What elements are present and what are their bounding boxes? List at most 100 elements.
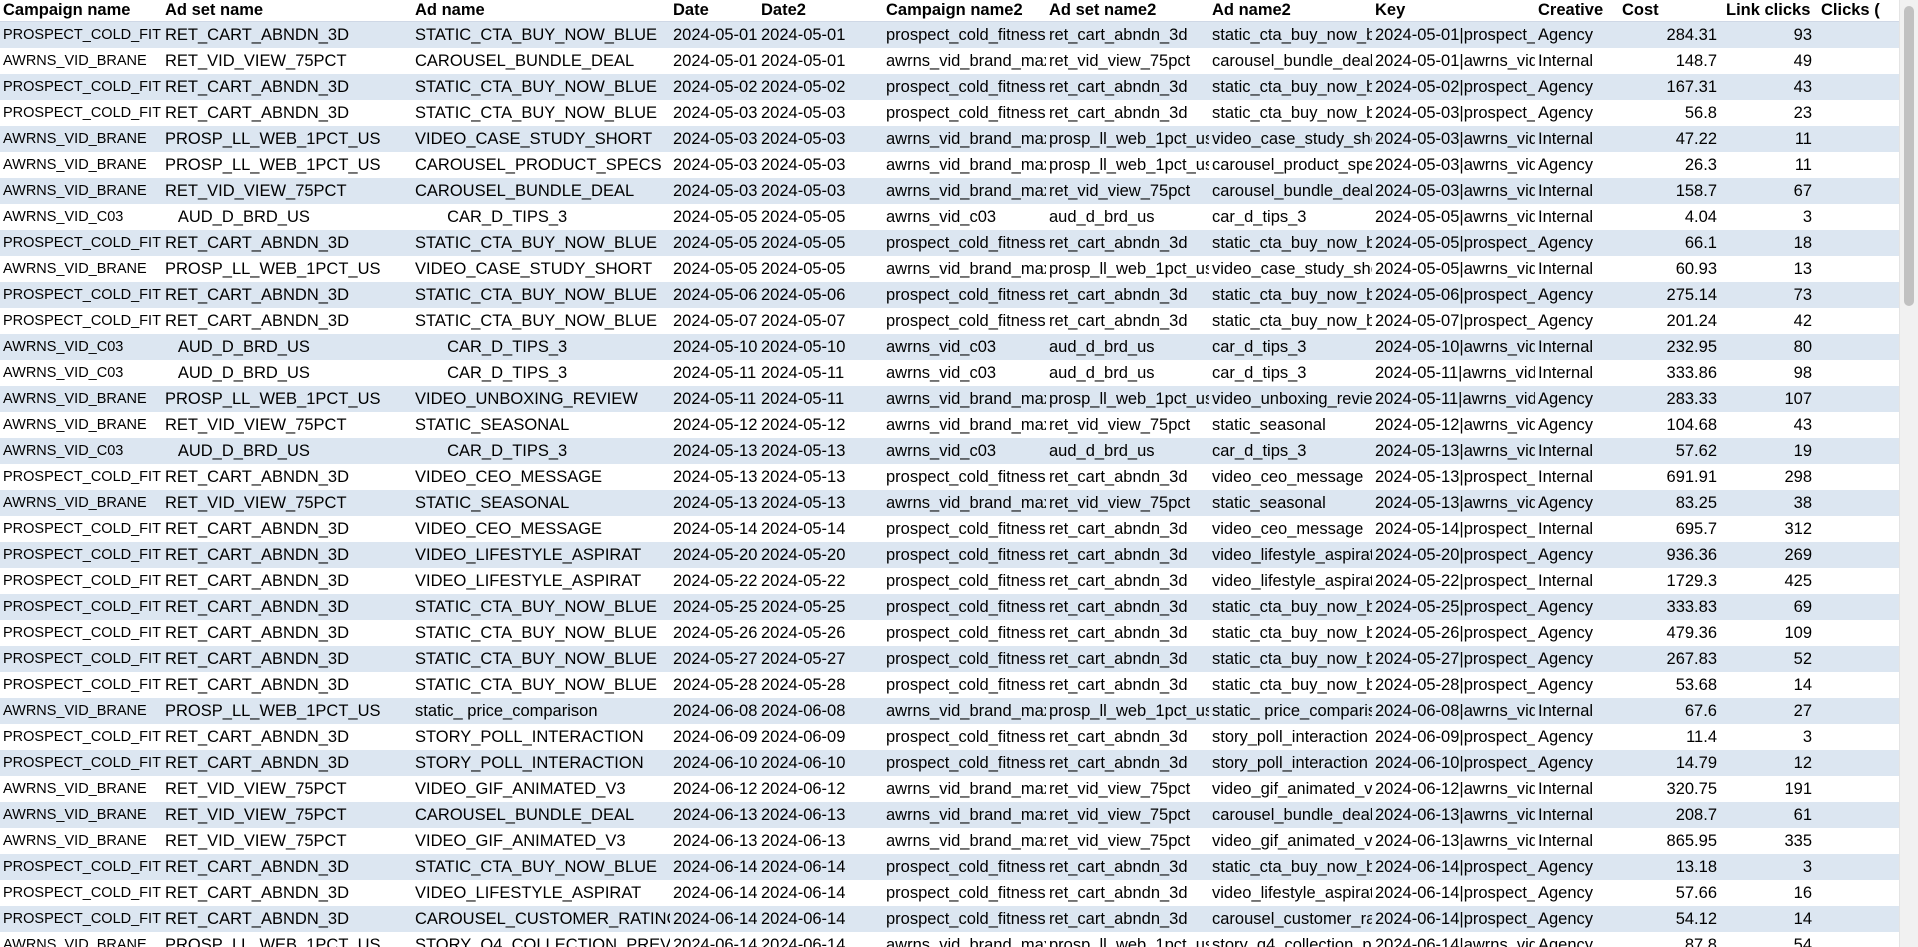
table-cell[interactable]: ret_vid_view_75pct bbox=[1046, 48, 1209, 74]
table-row[interactable]: PROSPECT_COLD_FITNERET_CART_ABNDN_3DVIDE… bbox=[0, 880, 1900, 906]
table-cell[interactable]: 2024-05-28 bbox=[670, 672, 758, 698]
table-cell[interactable]: 2024-06-09 bbox=[758, 724, 883, 750]
table-cell[interactable]: 54 bbox=[1723, 932, 1818, 947]
table-cell[interactable]: story_q4_collection_p bbox=[1209, 932, 1372, 947]
table-cell[interactable]: Internal bbox=[1535, 516, 1619, 542]
table-cell[interactable] bbox=[1818, 48, 1900, 74]
table-cell[interactable]: ret_cart_abndn_3d bbox=[1046, 854, 1209, 880]
table-cell[interactable]: 107 bbox=[1723, 386, 1818, 412]
table-cell[interactable]: PROSPECT_COLD_FITNE bbox=[0, 464, 162, 490]
table-cell[interactable]: 2024-06-14 bbox=[758, 932, 883, 947]
table-cell[interactable]: AUD_D_BRD_US bbox=[162, 438, 412, 464]
table-cell[interactable]: 2024-05-12 bbox=[670, 412, 758, 438]
table-cell[interactable]: Agency bbox=[1535, 620, 1619, 646]
table-cell[interactable]: 27 bbox=[1723, 698, 1818, 724]
table-cell[interactable]: 2024-05-10 bbox=[758, 334, 883, 360]
table-cell[interactable]: carousel_product_spec bbox=[1209, 152, 1372, 178]
column-header[interactable]: Key bbox=[1372, 0, 1535, 22]
table-cell[interactable]: PROSPECT_COLD_FITNE bbox=[0, 594, 162, 620]
table-cell[interactable]: AWRNS_VID_BRANE bbox=[0, 698, 162, 724]
table-cell[interactable]: RET_CART_ABNDN_3D bbox=[162, 906, 412, 932]
table-cell[interactable]: RET_CART_ABNDN_3D bbox=[162, 594, 412, 620]
table-cell[interactable]: 18 bbox=[1723, 230, 1818, 256]
table-cell[interactable]: PROSPECT_COLD_FITNE bbox=[0, 542, 162, 568]
table-cell[interactable]: RET_VID_VIEW_75PCT bbox=[162, 828, 412, 854]
table-cell[interactable]: 11 bbox=[1723, 126, 1818, 152]
table-cell[interactable]: 2024-05-14 bbox=[758, 516, 883, 542]
table-cell[interactable]: 54.12 bbox=[1619, 906, 1723, 932]
table-cell[interactable]: PROSPECT_COLD_FITNE bbox=[0, 516, 162, 542]
table-cell[interactable]: AUD_D_BRD_US bbox=[162, 204, 412, 230]
table-cell[interactable]: CAR_D_TIPS_3 bbox=[412, 360, 670, 386]
table-row[interactable]: AWRNS_VID_BRANE RET_VID_VIEW_75PCT CAROUSE… bbox=[0, 802, 1900, 828]
table-cell[interactable]: Internal bbox=[1535, 776, 1619, 802]
table-cell[interactable] bbox=[1818, 386, 1900, 412]
table-cell[interactable]: PROSPECT_COLD_FITNE bbox=[0, 906, 162, 932]
column-header[interactable]: Creative bbox=[1535, 0, 1619, 22]
table-cell[interactable]: 208.7 bbox=[1619, 802, 1723, 828]
table-row[interactable]: AWRNS_VID_C03 AUD_D_BRD_US CAR_D_TIPS_3 2… bbox=[0, 438, 1900, 464]
table-cell[interactable]: awrns_vid_c03 bbox=[883, 438, 1046, 464]
table-cell[interactable]: 3 bbox=[1723, 724, 1818, 750]
table-cell[interactable]: 2024-06-14 bbox=[670, 932, 758, 947]
table-cell[interactable]: 23 bbox=[1723, 100, 1818, 126]
scrollbar-thumb[interactable] bbox=[1904, 6, 1914, 306]
table-cell[interactable]: PROSPECT_COLD_FITNE bbox=[0, 750, 162, 776]
table-cell[interactable]: AWRNS_VID_C03 bbox=[0, 204, 162, 230]
table-cell[interactable]: 2024-06-14|awrns_vid bbox=[1372, 932, 1535, 947]
table-cell[interactable]: 2024-05-13 bbox=[670, 438, 758, 464]
table-cell[interactable]: static_cta_buy_now_bl bbox=[1209, 620, 1372, 646]
table-cell[interactable]: STATIC_CTA_BUY_NOW_BLUE bbox=[412, 646, 670, 672]
table-cell[interactable]: 2024-05-26 bbox=[758, 620, 883, 646]
table-row[interactable]: AWRNS_VID_C03 AUD_D_BRD_US CAR_D_TIPS_3 2… bbox=[0, 204, 1900, 230]
table-cell[interactable] bbox=[1818, 412, 1900, 438]
table-row[interactable]: PROSPECT_COLD_FITNERET_CART_ABNDN_3DSTAT… bbox=[0, 594, 1900, 620]
table-cell[interactable]: 2024-05-28|prospect_ bbox=[1372, 672, 1535, 698]
table-cell[interactable]: 2024-05-13 bbox=[670, 464, 758, 490]
table-cell[interactable]: Agency bbox=[1535, 750, 1619, 776]
table-row[interactable]: AWRNS_VID_BRANE RET_VID_VIEW_75PCT CAROUSE… bbox=[0, 178, 1900, 204]
table-cell[interactable]: 269 bbox=[1723, 542, 1818, 568]
table-cell[interactable]: Internal bbox=[1535, 126, 1619, 152]
table-row[interactable]: AWRNS_VID_BRANE PROSP_LL_WEB_1PCT_US CAROU… bbox=[0, 152, 1900, 178]
table-cell[interactable]: Internal bbox=[1535, 334, 1619, 360]
column-header[interactable]: Campaign name2 bbox=[883, 0, 1046, 22]
table-cell[interactable]: 2024-06-13|awrns_vid bbox=[1372, 802, 1535, 828]
table-cell[interactable]: aud_d_brd_us bbox=[1046, 360, 1209, 386]
table-cell[interactable]: RET_CART_ABNDN_3D bbox=[162, 880, 412, 906]
table-cell[interactable]: 2024-06-09|prospect_ bbox=[1372, 724, 1535, 750]
table-cell[interactable]: 2024-06-13 bbox=[758, 828, 883, 854]
table-cell[interactable]: 2024-05-05 bbox=[758, 230, 883, 256]
table-cell[interactable]: 2024-06-08|awrns_vid bbox=[1372, 698, 1535, 724]
table-cell[interactable] bbox=[1818, 620, 1900, 646]
table-cell[interactable]: prospect_cold_fitness bbox=[883, 516, 1046, 542]
column-header[interactable]: Clicks ( bbox=[1818, 0, 1900, 22]
table-cell[interactable]: 232.95 bbox=[1619, 334, 1723, 360]
table-cell[interactable]: carousel_bundle_deal bbox=[1209, 48, 1372, 74]
table-cell[interactable]: awrns_vid_brand_max bbox=[883, 490, 1046, 516]
table-cell[interactable] bbox=[1818, 490, 1900, 516]
table-cell[interactable]: VIDEO_LIFESTYLE_ASPIRAT bbox=[412, 880, 670, 906]
table-cell[interactable]: CAROUSEL_BUNDLE_DEAL bbox=[412, 178, 670, 204]
table-cell[interactable]: awrns_vid_brand_max bbox=[883, 386, 1046, 412]
table-cell[interactable] bbox=[1818, 594, 1900, 620]
table-cell[interactable]: static_seasonal bbox=[1209, 490, 1372, 516]
table-cell[interactable]: CAROUSEL_PRODUCT_SPECS bbox=[412, 152, 670, 178]
table-cell[interactable]: carousel_bundle_deal bbox=[1209, 178, 1372, 204]
table-cell[interactable]: 2024-05-05 bbox=[758, 256, 883, 282]
table-cell[interactable]: AUD_D_BRD_US bbox=[162, 334, 412, 360]
table-cell[interactable]: 42 bbox=[1723, 308, 1818, 334]
table-cell[interactable]: Agency bbox=[1535, 906, 1619, 932]
table-cell[interactable]: video_case_study_shor bbox=[1209, 126, 1372, 152]
table-cell[interactable]: PROSPECT_COLD_FITNE bbox=[0, 230, 162, 256]
table-cell[interactable]: 333.86 bbox=[1619, 360, 1723, 386]
table-cell[interactable]: 2024-05-06|prospect_ bbox=[1372, 282, 1535, 308]
table-cell[interactable]: 1729.3 bbox=[1619, 568, 1723, 594]
table-row[interactable]: AWRNS_VID_BRANE PROSP_LL_WEB_1PCT_US VIDEO… bbox=[0, 256, 1900, 282]
table-row[interactable]: AWRNS_VID_C03 AUD_D_BRD_US CAR_D_TIPS_3 2… bbox=[0, 334, 1900, 360]
table-cell[interactable]: carousel_customer_rat bbox=[1209, 906, 1372, 932]
table-cell[interactable]: 936.36 bbox=[1619, 542, 1723, 568]
table-cell[interactable]: PROSP_LL_WEB_1PCT_US bbox=[162, 932, 412, 947]
table-row[interactable]: AWRNS_VID_BRANE PROSP_LL_WEB_1PCT_US VIDEO… bbox=[0, 126, 1900, 152]
table-cell[interactable]: 2024-05-07|prospect_ bbox=[1372, 308, 1535, 334]
